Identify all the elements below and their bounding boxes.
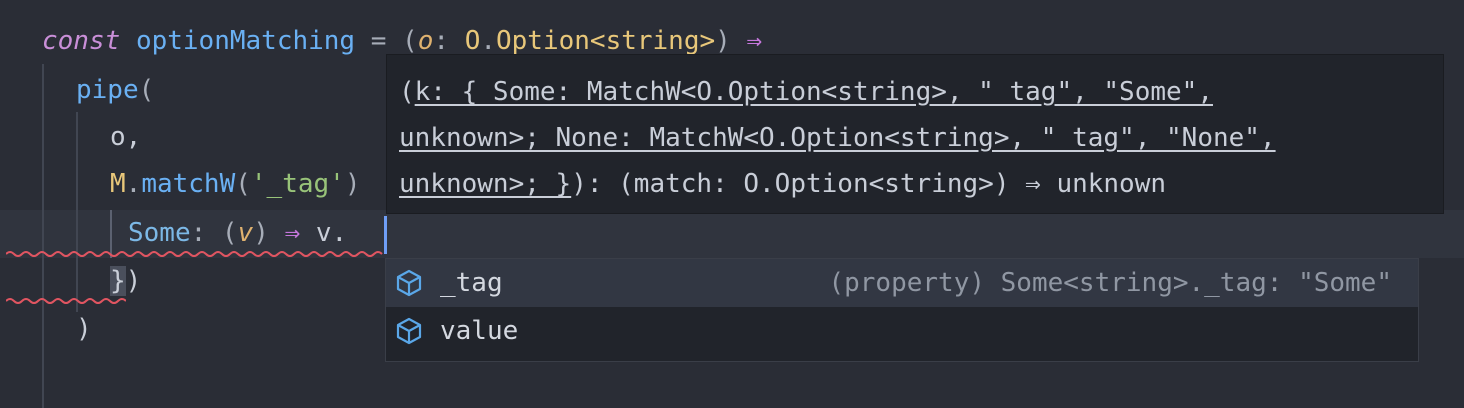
close-paren: ) xyxy=(253,218,285,248)
hover-return-type: ): (match: O.Option<string>) ⇒ unknown xyxy=(571,169,1167,199)
hover-active-param-cont: unknown>; None: MatchW<O.Option<string>,… xyxy=(399,123,1276,153)
property-cube-icon xyxy=(396,317,422,345)
open-paren: ( xyxy=(138,75,155,105)
open-paren: ( xyxy=(235,169,251,199)
indent-guide xyxy=(76,112,78,312)
code-line-2[interactable]: pipe( xyxy=(76,66,154,114)
namespace-o: O xyxy=(464,26,481,56)
hover-active-param: k: { Some: MatchW<O.Option<string>, "_ta… xyxy=(414,77,1213,107)
close-paren: ) xyxy=(715,26,747,56)
suggest-item-label: _tag xyxy=(440,268,503,298)
argument-o: o, xyxy=(110,122,142,152)
arrow: ⇒ xyxy=(746,26,763,56)
signature-hover-tooltip: (k: { Some: MatchW<O.Option<string>, "_t… xyxy=(386,54,1444,214)
function-pipe: pipe xyxy=(76,75,139,105)
keyword-const: const xyxy=(42,26,121,56)
hover-row-2: unknown>; None: MatchW<O.Option<string>,… xyxy=(399,115,1443,161)
property-cube-icon xyxy=(396,269,422,297)
close-paren: ) xyxy=(125,266,142,296)
error-squiggle xyxy=(6,298,126,304)
type-option-string: Option<string> xyxy=(496,26,716,56)
suggest-item-label: value xyxy=(440,316,519,346)
colon-paren: : ( xyxy=(190,218,238,248)
indent-guide xyxy=(42,64,44,408)
close-brace: } xyxy=(110,266,126,296)
close-paren: ) xyxy=(76,314,92,344)
code-line-7[interactable]: ) xyxy=(76,305,92,353)
dot: . xyxy=(125,169,142,199)
colon: : xyxy=(433,26,465,56)
code-line-3[interactable]: o, xyxy=(110,113,141,161)
parameter-v: v xyxy=(237,218,254,248)
string-tag: '_tag' xyxy=(250,169,345,199)
code-line-4[interactable]: M.matchW('_tag') xyxy=(110,160,360,208)
namespace-m: M xyxy=(110,169,126,199)
arrow: ⇒ xyxy=(284,218,301,248)
suggest-item[interactable]: _tag (property) Some<string>._tag: "Some… xyxy=(386,259,1418,307)
function-matchw: matchW xyxy=(141,169,236,199)
dot: . xyxy=(480,26,496,56)
property-some: Some xyxy=(128,218,191,248)
autocomplete-suggest-widget[interactable]: _tag (property) Some<string>._tag: "Some… xyxy=(385,258,1419,362)
operator: = ( xyxy=(355,26,418,56)
suggest-item[interactable]: value xyxy=(386,307,1418,355)
hover-open-paren: ( xyxy=(399,77,415,107)
text-cursor xyxy=(384,216,387,254)
suggest-item-detail: (property) Some<string>._tag: "Some" xyxy=(828,268,1392,298)
parameter-o: o xyxy=(417,26,434,56)
identifier-option-matching: optionMatching xyxy=(135,26,356,56)
hover-row-3: unknown>; }): (match: O.Option<string>) … xyxy=(399,161,1443,207)
close-paren: ) xyxy=(344,169,361,199)
hover-active-param-end: unknown>; } xyxy=(399,169,572,199)
member-access: v. xyxy=(300,218,348,248)
hover-row-1: (k: { Some: MatchW<O.Option<string>, "_t… xyxy=(399,69,1443,115)
error-squiggle xyxy=(6,251,383,257)
